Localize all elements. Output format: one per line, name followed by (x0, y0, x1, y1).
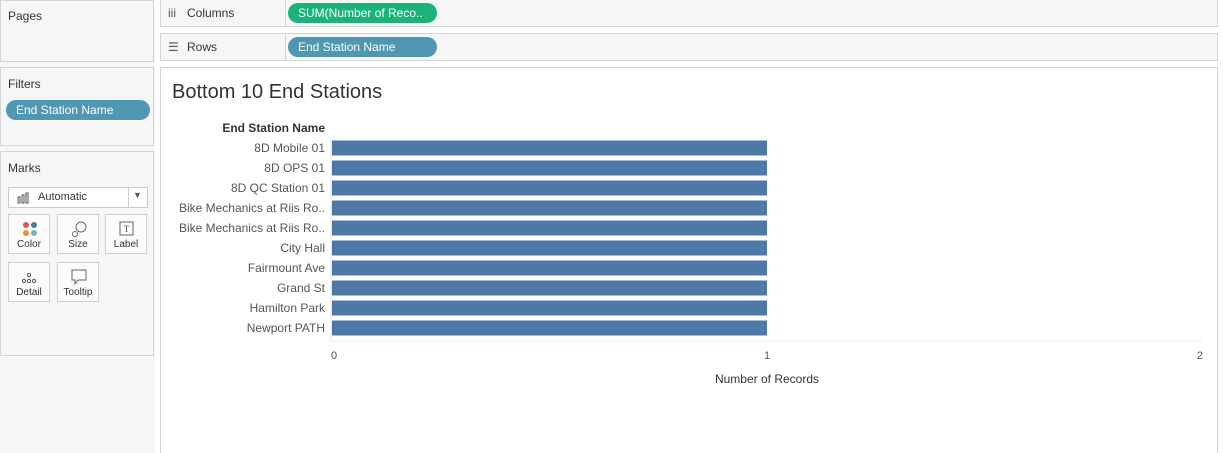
columns-pill[interactable]: SUM(Number of Reco.. (288, 3, 437, 23)
bar-chart-icon (17, 192, 29, 204)
x-tick-label: 2 (1197, 350, 1203, 362)
bar[interactable] (332, 160, 767, 176)
tooltip-button[interactable]: Tooltip (57, 262, 99, 302)
marks-title: Marks (8, 161, 41, 175)
bar[interactable] (332, 280, 767, 296)
chart-title: Bottom 10 End Stations (172, 81, 383, 103)
tooltip-icon (71, 269, 87, 286)
pages-title: Pages (8, 9, 43, 23)
row-label: Hamilton Park (250, 301, 326, 315)
label-icon: T (119, 221, 134, 236)
row-label: Fairmount Ave (248, 261, 325, 275)
filters-title: Filters (8, 77, 41, 91)
filter-pill-end-station[interactable]: End Station Name (6, 100, 150, 120)
row-label: Bike Mechanics at Riis Ro.. (179, 201, 325, 215)
row-label: Newport PATH (247, 321, 325, 335)
svg-text:T: T (124, 224, 130, 234)
size-icon (72, 221, 87, 237)
columns-shelf-label: iii Columns (161, 0, 286, 26)
row-label: Bike Mechanics at Riis Ro.. (179, 221, 325, 235)
row-label: City Hall (280, 241, 325, 255)
bar[interactable] (332, 140, 767, 156)
chevron-down-icon: ▼ (133, 190, 142, 200)
bar[interactable] (332, 220, 767, 236)
color-button-label: Color (17, 239, 41, 250)
x-axis-label: Number of Records (715, 372, 819, 386)
row-label: Grand St (277, 281, 326, 295)
row-label: 8D QC Station 01 (231, 181, 325, 195)
rows-label: Rows (187, 40, 218, 54)
bar[interactable] (332, 240, 767, 256)
dropdown-divider (128, 188, 129, 207)
detail-button[interactable]: Detail (8, 262, 50, 302)
bar[interactable] (332, 260, 767, 276)
color-button[interactable]: Color (8, 214, 50, 254)
row-label: 8D OPS 01 (264, 161, 325, 175)
row-label: 8D Mobile 01 (254, 141, 325, 155)
pages-card: Pages (0, 0, 154, 62)
size-button-label: Size (68, 239, 88, 250)
viz-area: Bottom 10 End Stations End Station Name 8… (160, 67, 1218, 453)
bar-chart: End Station Name 8D Mobile 01 8D OPS 01 8D … (179, 121, 1203, 386)
columns-label: Columns (187, 6, 235, 20)
mark-type-label: Automatic (38, 191, 87, 203)
rows-shelf-label: ☰ Rows (161, 34, 286, 60)
bar[interactable] (332, 200, 767, 216)
rows-icon: ☰ (168, 40, 179, 54)
tooltip-button-label: Tooltip (63, 287, 93, 298)
x-tick-label: 1 (764, 350, 770, 362)
bar[interactable] (332, 180, 767, 196)
rows-shelf[interactable]: ☰ Rows End Station Name (160, 33, 1218, 61)
size-button[interactable]: Size (57, 214, 99, 254)
marks-card: Marks Automatic ▼ Color Size T Label Det… (0, 151, 154, 356)
detail-icon (21, 272, 37, 284)
columns-icon: iii (168, 6, 176, 20)
color-icon (23, 222, 37, 236)
x-tick-label: 0 (331, 350, 337, 362)
label-button-label: Label (113, 239, 139, 250)
row-header: End Station Name (222, 121, 325, 135)
bar[interactable] (332, 300, 767, 316)
filters-card: Filters End Station Name (0, 67, 154, 146)
detail-button-label: Detail (16, 287, 42, 298)
mark-type-dropdown[interactable]: Automatic ▼ (8, 187, 148, 208)
bar[interactable] (332, 320, 767, 336)
columns-shelf[interactable]: iii Columns SUM(Number of Reco.. (160, 0, 1218, 27)
rows-pill[interactable]: End Station Name (288, 37, 437, 57)
label-button[interactable]: T Label (105, 214, 147, 254)
